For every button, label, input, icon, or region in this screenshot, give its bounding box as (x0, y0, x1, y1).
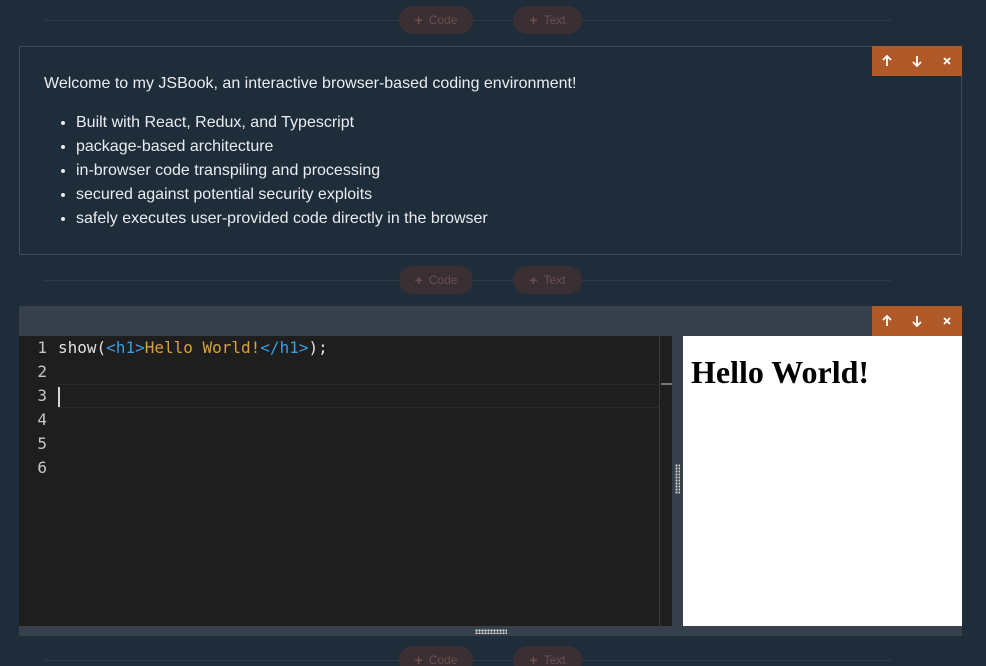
add-text-cell-button[interactable]: + Text (513, 646, 582, 666)
arrow-up-icon (882, 55, 892, 66)
line-number: 3 (37, 386, 47, 405)
horizontal-resize-handle[interactable] (672, 336, 683, 626)
line-number-gutter: 1 2 3 4 5 6 (19, 336, 55, 480)
line-number: 6 (37, 458, 47, 477)
close-icon (943, 317, 951, 325)
add-text-cell-button[interactable]: + Text (513, 6, 582, 34)
code-line[interactable]: show(<h1>Hello World!</h1>); (58, 336, 672, 360)
add-text-label: Text (543, 653, 566, 666)
grip-icon (475, 629, 507, 634)
add-code-label: Code (428, 13, 458, 27)
code-line[interactable] (58, 408, 672, 432)
arrow-up-icon (882, 315, 892, 326)
line-number: 4 (37, 410, 47, 429)
delete-cell-button[interactable] (932, 46, 962, 76)
add-cell-bar: + Code + Text (0, 0, 986, 40)
add-code-label: Code (428, 273, 458, 287)
code-line[interactable] (58, 456, 672, 480)
move-up-button[interactable] (872, 46, 902, 76)
add-text-label: Text (543, 13, 566, 27)
move-up-button[interactable] (872, 306, 902, 336)
move-down-button[interactable] (902, 306, 932, 336)
list-item: safely executes user-provided code direc… (76, 207, 488, 231)
code-cell: 1 2 3 4 5 6 show(<h1>Hello World!</h1>); (19, 306, 962, 636)
code-token: ); (308, 338, 328, 357)
code-token: Hello World! (144, 338, 261, 357)
grip-icon (675, 464, 680, 494)
list-item: Built with React, Redux, and Typescript (76, 111, 488, 135)
text-cursor (58, 387, 60, 407)
preview-heading: Hello World! (691, 354, 870, 390)
line-number: 1 (37, 338, 47, 357)
editor-scrollbar[interactable] (659, 336, 672, 626)
feature-list: Built with React, Redux, and Typescript … (44, 111, 488, 231)
code-line-current[interactable] (58, 384, 672, 408)
code-cell-toolbar (872, 306, 962, 336)
delete-cell-button[interactable] (932, 306, 962, 336)
code-line[interactable] (58, 360, 672, 384)
plus-icon: + (414, 272, 423, 288)
vertical-resize-handle[interactable] (19, 626, 962, 636)
list-item: secured against potential security explo… (76, 183, 488, 207)
move-down-button[interactable] (902, 46, 932, 76)
add-text-cell-button[interactable]: + Text (513, 266, 582, 294)
preview-frame: Hello World! (683, 336, 962, 626)
list-item: in-browser code transpiling and processi… (76, 159, 488, 183)
text-cell-intro: Welcome to my JSBook, an interactive bro… (44, 75, 577, 92)
scrollbar-cursor-marker (661, 383, 672, 385)
list-item: package-based architecture (76, 135, 488, 159)
code-token: </h1> (260, 338, 309, 357)
notebook-page: + Code + Text Welcome to my JSBook, an i… (0, 0, 986, 666)
plus-icon: + (529, 12, 538, 28)
code-token: show( (58, 338, 107, 357)
add-code-cell-button[interactable]: + Code (399, 6, 473, 34)
code-lines[interactable]: show(<h1>Hello World!</h1>); (58, 336, 672, 480)
add-cell-bar: + Code + Text (0, 640, 986, 666)
plus-icon: + (529, 652, 538, 666)
plus-icon: + (414, 12, 423, 28)
plus-icon: + (529, 272, 538, 288)
close-icon (943, 57, 951, 65)
arrow-down-icon (912, 316, 922, 327)
arrow-down-icon (912, 56, 922, 67)
line-number: 2 (37, 362, 47, 381)
add-code-label: Code (428, 653, 458, 666)
plus-icon: + (414, 652, 423, 666)
text-cell[interactable]: Welcome to my JSBook, an interactive bro… (19, 46, 962, 255)
add-cell-bar: + Code + Text (0, 260, 986, 300)
code-cell-header (19, 306, 962, 336)
code-editor[interactable]: 1 2 3 4 5 6 show(<h1>Hello World!</h1>); (19, 336, 672, 626)
add-text-label: Text (543, 273, 566, 287)
text-cell-toolbar (872, 46, 962, 76)
add-code-cell-button[interactable]: + Code (399, 646, 473, 666)
line-number: 5 (37, 434, 47, 453)
add-code-cell-button[interactable]: + Code (399, 266, 473, 294)
code-line[interactable] (58, 432, 672, 456)
code-token: <h1> (106, 338, 145, 357)
